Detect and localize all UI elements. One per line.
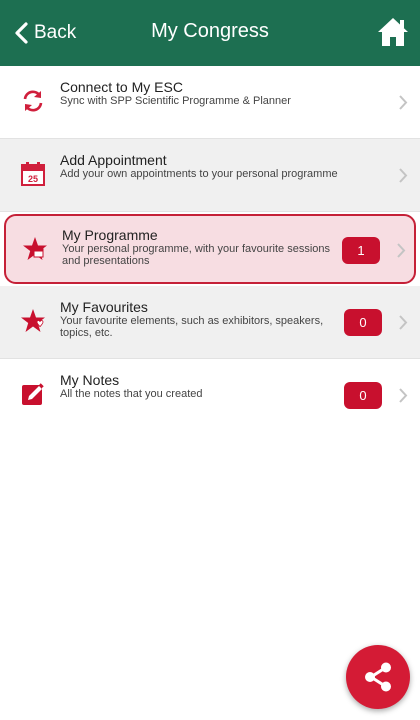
list-item-subtitle: All the notes that you created	[60, 388, 203, 400]
list-item-my-notes[interactable]: My Notes All the notes that you created …	[0, 359, 420, 432]
top-navigation-bar: Back My Congress	[0, 0, 420, 66]
list-item-subtitle: Add your own appointments to your person…	[60, 168, 338, 180]
list-item-my-programme[interactable]: My Programme Your personal programme, wi…	[4, 214, 416, 284]
list-item-my-favourites[interactable]: My Favourites Your favourite elements, s…	[0, 286, 420, 359]
list-item-title: My Favourites	[60, 299, 148, 315]
star-calendar-icon	[23, 237, 47, 260]
chevron-right-icon	[399, 95, 408, 110]
list-item-subtitle: Sync with SPP Scientific Programme & Pla…	[60, 95, 291, 107]
list-item-subtitle: Your favourite elements, such as exhibit…	[60, 315, 324, 339]
list-item-title: Add Appointment	[60, 152, 167, 168]
share-button[interactable]	[346, 645, 410, 709]
share-icon	[365, 662, 391, 692]
list-item-connect-my-esc[interactable]: Connect to My ESC Sync with SPP Scientif…	[0, 66, 420, 139]
chevron-right-icon	[399, 388, 408, 403]
calendar-icon: 25	[21, 162, 45, 186]
menu-list: Connect to My ESC Sync with SPP Scientif…	[0, 66, 420, 432]
note-pencil-icon	[22, 383, 44, 405]
chevron-right-icon	[397, 243, 406, 258]
home-icon	[378, 18, 408, 46]
count-badge: 1	[342, 237, 380, 264]
chevron-right-icon	[399, 168, 408, 183]
calendar-icon-day: 25	[28, 174, 38, 184]
sync-icon	[23, 90, 43, 112]
list-item-title: My Programme	[62, 227, 158, 243]
star-heart-icon	[21, 309, 45, 332]
list-item-add-appointment[interactable]: 25 Add Appointment Add your own appointm…	[0, 139, 420, 212]
list-item-subtitle: Your personal programme, with your favou…	[62, 243, 331, 267]
home-button[interactable]	[376, 16, 410, 48]
list-item-title: Connect to My ESC	[60, 79, 183, 95]
list-item-title: My Notes	[60, 372, 120, 388]
count-badge: 0	[344, 309, 382, 336]
count-badge: 0	[344, 382, 382, 409]
page-title: My Congress	[151, 20, 269, 42]
chevron-right-icon	[399, 315, 408, 330]
